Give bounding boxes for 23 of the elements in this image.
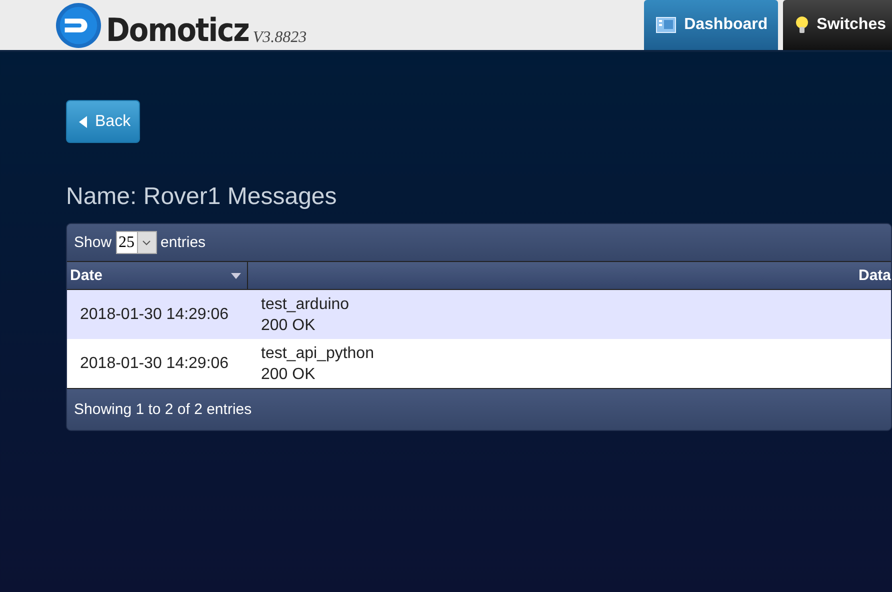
dashboard-icon [656,17,676,33]
data-line: test_arduino [261,294,350,314]
show-label: Show [74,234,112,251]
chevron-icon [142,240,152,246]
entries-select[interactable]: 25 [116,231,157,254]
logo-text: Domoticz [106,10,249,48]
lightbulb-icon [794,16,809,34]
nav-tab[interactable]: Switches [782,0,892,50]
entries-label: entries [160,234,206,251]
date-cell-text: 2018-01-30 14:29:06 [79,354,230,374]
column-header[interactable]: Date [67,262,248,289]
table-info: Showing 1 to 2 of 2 entries [74,401,252,418]
sort-icon [231,272,241,278]
logo-icon [55,2,102,48]
data-line: test_api_python [261,344,375,364]
version-label: V3.8823 [252,28,307,46]
column-header[interactable]: Data [248,262,891,289]
caret-icon [79,116,87,128]
data-line: 200 OK [261,364,316,384]
data-line: 200 OK [261,316,316,336]
date-cell-text: 2018-01-30 14:29:06 [79,304,230,324]
nav-tab[interactable]: Dashboard [644,0,778,50]
page-title: Name: Rover1 Messages [66,183,337,211]
